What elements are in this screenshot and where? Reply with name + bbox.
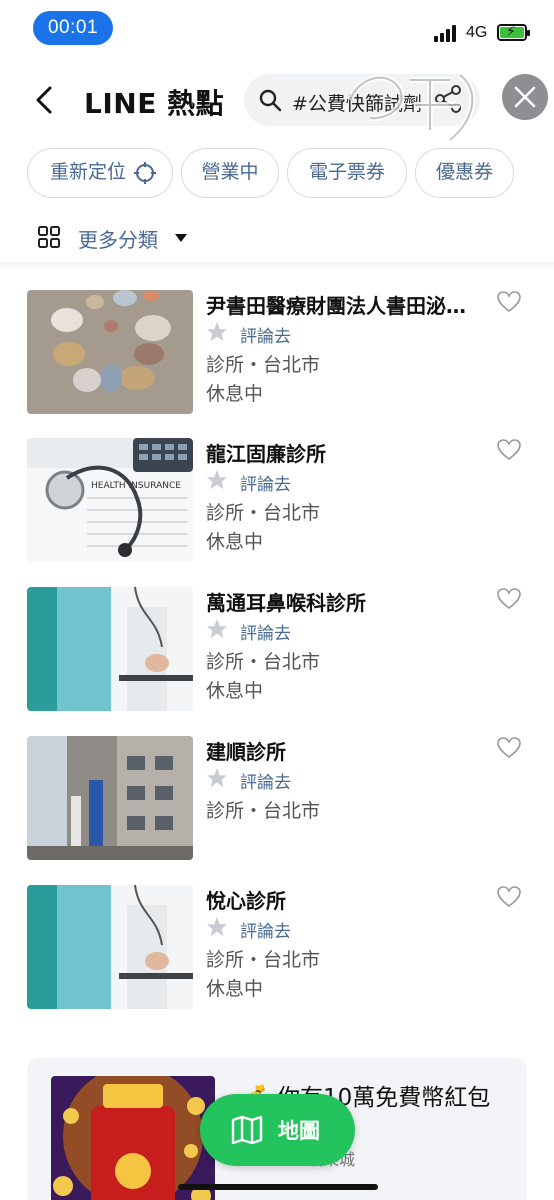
relocate-label: 重新定位 bbox=[49, 161, 126, 183]
place-name: 悅心診所 bbox=[206, 889, 286, 913]
star-icon bbox=[206, 618, 228, 639]
watermark-logo bbox=[347, 72, 476, 143]
place-photo-stethoscope: HEALTH INSURANCE bbox=[27, 438, 193, 562]
coupon-chip[interactable]: 優惠券 bbox=[415, 148, 514, 198]
heart-icon[interactable] bbox=[497, 291, 521, 313]
open-now-chip[interactable]: 營業中 bbox=[181, 148, 279, 198]
ad-image bbox=[51, 1076, 215, 1200]
place-photo-stones bbox=[27, 290, 193, 414]
page-title: LINE 熱點 bbox=[84, 87, 225, 120]
caret-down-icon bbox=[175, 234, 187, 242]
star-icon bbox=[206, 916, 228, 937]
review-link[interactable]: 評論去 bbox=[240, 470, 291, 495]
review-link[interactable]: 評論去 bbox=[240, 619, 291, 644]
locate-icon bbox=[134, 162, 156, 184]
svg-text:HEALTH INSURANCE: HEALTH INSURANCE bbox=[91, 481, 181, 491]
heart-icon[interactable] bbox=[497, 737, 521, 759]
divider bbox=[0, 262, 554, 272]
battery-icon: ⚡ bbox=[497, 24, 530, 41]
place-name: 建順診所 bbox=[206, 740, 286, 764]
star-icon bbox=[206, 321, 228, 342]
place-name: 尹書田醫療財團法人書田泌尿科眼科診所 bbox=[206, 294, 476, 318]
search-icon bbox=[259, 89, 282, 112]
close-icon bbox=[514, 86, 536, 108]
map-button-label: 地圖 bbox=[278, 1119, 320, 1143]
place-meta: 診所・台北市 bbox=[206, 651, 321, 673]
close-button[interactable] bbox=[502, 74, 548, 120]
place-photo-street bbox=[27, 736, 193, 860]
place-meta: 診所・台北市 bbox=[206, 502, 321, 524]
list-item[interactable]: 萬通耳鼻喉科診所 評論去 診所・台北市 休息中 bbox=[0, 587, 554, 712]
back-button[interactable] bbox=[30, 84, 60, 116]
place-photo-doctors bbox=[27, 885, 193, 1009]
heart-icon[interactable] bbox=[497, 439, 521, 461]
status-time: 00:01 bbox=[33, 11, 113, 45]
list-item[interactable]: 悅心診所 評論去 診所・台北市 休息中 bbox=[0, 885, 554, 1010]
star-icon bbox=[206, 767, 228, 788]
grid-icon bbox=[38, 226, 60, 248]
filter-chips: 重新定位 營業中 電子票券 優惠券 bbox=[0, 148, 554, 198]
place-meta: 診所・台北市 bbox=[206, 354, 321, 376]
place-photo-doctors bbox=[27, 587, 193, 711]
place-meta: 診所・台北市 bbox=[206, 949, 321, 971]
heart-icon[interactable] bbox=[497, 588, 521, 610]
status-bar: 00:01 4G ⚡ bbox=[0, 0, 554, 58]
map-button[interactable]: 地圖 bbox=[200, 1094, 355, 1166]
open-status: 休息中 bbox=[206, 531, 264, 553]
chevron-left-icon bbox=[36, 86, 52, 114]
review-link[interactable]: 評論去 bbox=[240, 917, 291, 942]
star-icon bbox=[206, 469, 228, 490]
e-ticket-chip[interactable]: 電子票券 bbox=[287, 148, 407, 198]
home-indicator[interactable] bbox=[178, 1184, 378, 1190]
list-item[interactable]: 建順診所 評論去 診所・台北市 bbox=[0, 736, 554, 861]
more-categories-label: 更多分類 bbox=[78, 228, 158, 252]
list-item[interactable]: 尹書田醫療財團法人書田泌尿科眼科診所 評論去 診所・台北市 休息中 bbox=[0, 290, 554, 415]
review-link[interactable]: 評論去 bbox=[240, 322, 291, 347]
place-meta: 診所・台北市 bbox=[206, 800, 321, 822]
place-name: 龍江固廉診所 bbox=[206, 442, 326, 466]
relocate-chip[interactable]: 重新定位 bbox=[27, 148, 173, 198]
open-status: 休息中 bbox=[206, 383, 264, 405]
open-status: 休息中 bbox=[206, 978, 264, 1000]
heart-icon[interactable] bbox=[497, 886, 521, 908]
open-status: 休息中 bbox=[206, 680, 264, 702]
list-item[interactable]: HEALTH INSURANCE 龍江固廉診所 評論去 診所・台北市 休息中 bbox=[0, 438, 554, 563]
network-label: 4G bbox=[466, 24, 488, 41]
map-icon bbox=[231, 1116, 263, 1144]
signal-icon bbox=[434, 24, 460, 42]
review-link[interactable]: 評論去 bbox=[240, 768, 291, 793]
place-name: 萬通耳鼻喉科診所 bbox=[206, 591, 366, 615]
